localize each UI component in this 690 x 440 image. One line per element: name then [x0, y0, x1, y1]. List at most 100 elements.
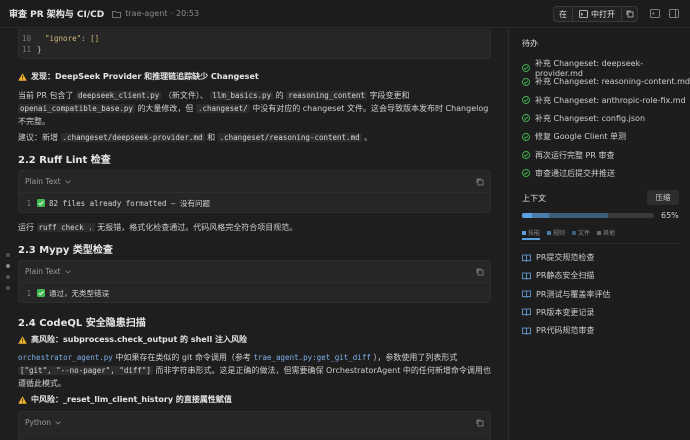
open-in-button[interactable]: 中打开	[573, 7, 621, 21]
text: 。	[364, 133, 373, 142]
copy-icon[interactable]	[476, 178, 484, 186]
legend-label: 文件	[578, 230, 591, 237]
sidebar-toggle-icon[interactable]	[669, 9, 679, 18]
line-number: 11	[21, 45, 31, 54]
inline-code: .changeset/reasoning-content.md	[217, 133, 362, 142]
legend-skill[interactable]: 技能	[522, 228, 540, 237]
open-in-group: 在 中打开	[553, 6, 638, 22]
inline-code: llm_basics.py	[210, 91, 274, 100]
risk-medium: 中风险：_reset_llm_client_history 的直接属性赋值	[18, 394, 232, 405]
legend-label: 技能	[528, 230, 541, 237]
warning-icon	[18, 72, 27, 81]
legend-swatch	[522, 230, 526, 235]
finding-title-text: 发现：DeepSeek Provider 和推理链追踪缺少 Changeset	[31, 72, 259, 81]
text: 无报错，格式化检查通过。代码风格完全符合项目规范。	[97, 223, 298, 232]
suggestion-paragraph: 建议：新增 .changeset/deepseek-provider.md 和 …	[18, 131, 491, 144]
line-number: 1	[26, 198, 31, 208]
line-number: 10	[21, 34, 31, 43]
skill-label: PR提交规范检查	[536, 253, 595, 262]
legend-other[interactable]: 其他	[597, 228, 615, 237]
text: 中如果存在类似的 git 命令调用（参考	[115, 353, 251, 362]
copy-icon[interactable]	[476, 419, 484, 427]
legend-swatch	[572, 230, 577, 235]
legend-label: 其他	[603, 230, 616, 237]
todo-item[interactable]: 补充 Changeset: anthropic-role-fix.md	[522, 95, 686, 106]
code-block-mypy: Plain Text 1 通过，无类型错误	[18, 260, 491, 303]
skill-item[interactable]: PR测试与覆盖率评估	[522, 289, 610, 300]
copy-button[interactable]	[621, 7, 637, 21]
inline-code: ["git", "--no-pager", "diff"]	[18, 366, 153, 375]
context-title: 上下文	[522, 194, 546, 203]
file-link[interactable]: trae_agent.py:get_git_diff	[253, 353, 370, 362]
skill-item[interactable]: PR静态安全扫描	[522, 270, 594, 281]
text: 字段变更和	[369, 91, 410, 100]
code-line: 1 82 files already formatted — 没有问题	[19, 193, 490, 213]
chevron-down-icon[interactable]	[64, 179, 71, 184]
code-text: 通过，无类型错误	[49, 288, 109, 298]
context-segment-file	[549, 213, 608, 218]
code-text: }	[37, 45, 42, 54]
text: ），参数使用了列表形式	[373, 353, 458, 362]
text: 和	[207, 133, 216, 142]
breadcrumb[interactable]: trae-agent · 20:53	[112, 9, 199, 18]
todo-item[interactable]: 补充 Changeset: reasoning-content.md	[522, 76, 690, 87]
file-link[interactable]: orchestrator_agent.py	[18, 353, 113, 362]
todo-label: 补充 Changeset: deepseek-provider.md	[534, 59, 644, 78]
chevron-down-icon[interactable]	[55, 420, 61, 425]
copy-icon[interactable]	[476, 268, 484, 276]
terminal-panel-icon[interactable]	[650, 9, 660, 18]
check-box-icon	[37, 199, 45, 207]
todo-item[interactable]: 修复 Google Client 单测	[522, 131, 626, 142]
breadcrumb-project: trae-agent	[125, 9, 168, 18]
todo-label: 补充 Changeset: anthropic-role-fix.md	[535, 95, 686, 105]
text: 的	[275, 91, 284, 100]
book-icon	[522, 308, 531, 316]
todo-item[interactable]: 再次运行完整 PR 审查	[522, 150, 614, 161]
breadcrumb-separator: ·	[170, 9, 174, 18]
code-language: Plain Text	[25, 177, 61, 186]
code-language: Plain Text	[25, 267, 61, 276]
skill-item[interactable]: PR代码规范审查	[522, 325, 594, 336]
heading-ruff: 2.2 Ruff Lint 检查	[18, 155, 111, 166]
ruff-result: 运行 ruff check . 无报错，格式化检查通过。代码风格完全符合项目规范…	[18, 221, 297, 234]
legend-label: 规则	[553, 230, 566, 237]
chevron-down-icon[interactable]	[64, 269, 71, 274]
copy-icon	[626, 10, 633, 18]
risk-high: 高风险：subprocess.check_output 的 shell 注入风险	[18, 334, 247, 345]
skill-item[interactable]: PR提交规范检查	[522, 252, 594, 263]
book-icon	[522, 272, 531, 280]
legend-file[interactable]: 文件	[572, 228, 590, 237]
check-circle-icon	[522, 77, 530, 86]
code-text: "ignore": []	[45, 34, 100, 43]
code-language: Python	[25, 418, 51, 427]
warning-icon	[18, 395, 27, 404]
context-percent: 65%	[661, 211, 679, 220]
inline-code: openai_compatible_base.py	[18, 104, 135, 113]
heading-mypy: 2.3 Mypy 类型检查	[18, 245, 113, 256]
title-bar: 审查 PR 架构与 CI/CD trae-agent · 20:53 在 中打开	[0, 0, 690, 28]
window-title: 审查 PR 架构与 CI/CD	[9, 10, 105, 20]
code-line: 11 }	[19, 44, 490, 55]
inline-code: ruff check .	[36, 223, 95, 232]
open-in-prefix: 在	[554, 7, 573, 21]
legend-swatch	[597, 230, 602, 235]
legend-swatch	[547, 230, 552, 235]
legend-rule[interactable]: 规则	[547, 228, 565, 237]
todo-item[interactable]: 补充 Changeset: deepseek-provider.md	[522, 58, 690, 78]
inline-code: reasoning_content	[286, 91, 367, 100]
book-icon	[522, 290, 531, 298]
check-circle-icon	[522, 114, 530, 123]
inline-code: .changeset/	[195, 104, 250, 113]
text: 的大量修改，但	[137, 104, 194, 113]
text: 运行	[18, 223, 34, 232]
code-block-header: Plain Text	[19, 261, 490, 283]
skill-label: PR静态安全扫描	[536, 271, 595, 281]
skill-label: PR代码规范审查	[536, 326, 595, 336]
app-window: 审查 PR 架构与 CI/CD trae-agent · 20:53 在 中打开	[0, 0, 690, 440]
skill-item[interactable]: PR版本变更记录	[522, 307, 594, 318]
codeql-paragraph: orchestrator_agent.py 中如果存在类似的 git 命令调用（…	[18, 351, 491, 390]
todo-item[interactable]: 审查通过后提交并推送	[522, 168, 615, 179]
compress-button[interactable]: 压缩	[647, 190, 679, 205]
todo-item[interactable]: 补充 Changeset: config.json	[522, 113, 645, 124]
check-circle-icon	[522, 151, 530, 159]
